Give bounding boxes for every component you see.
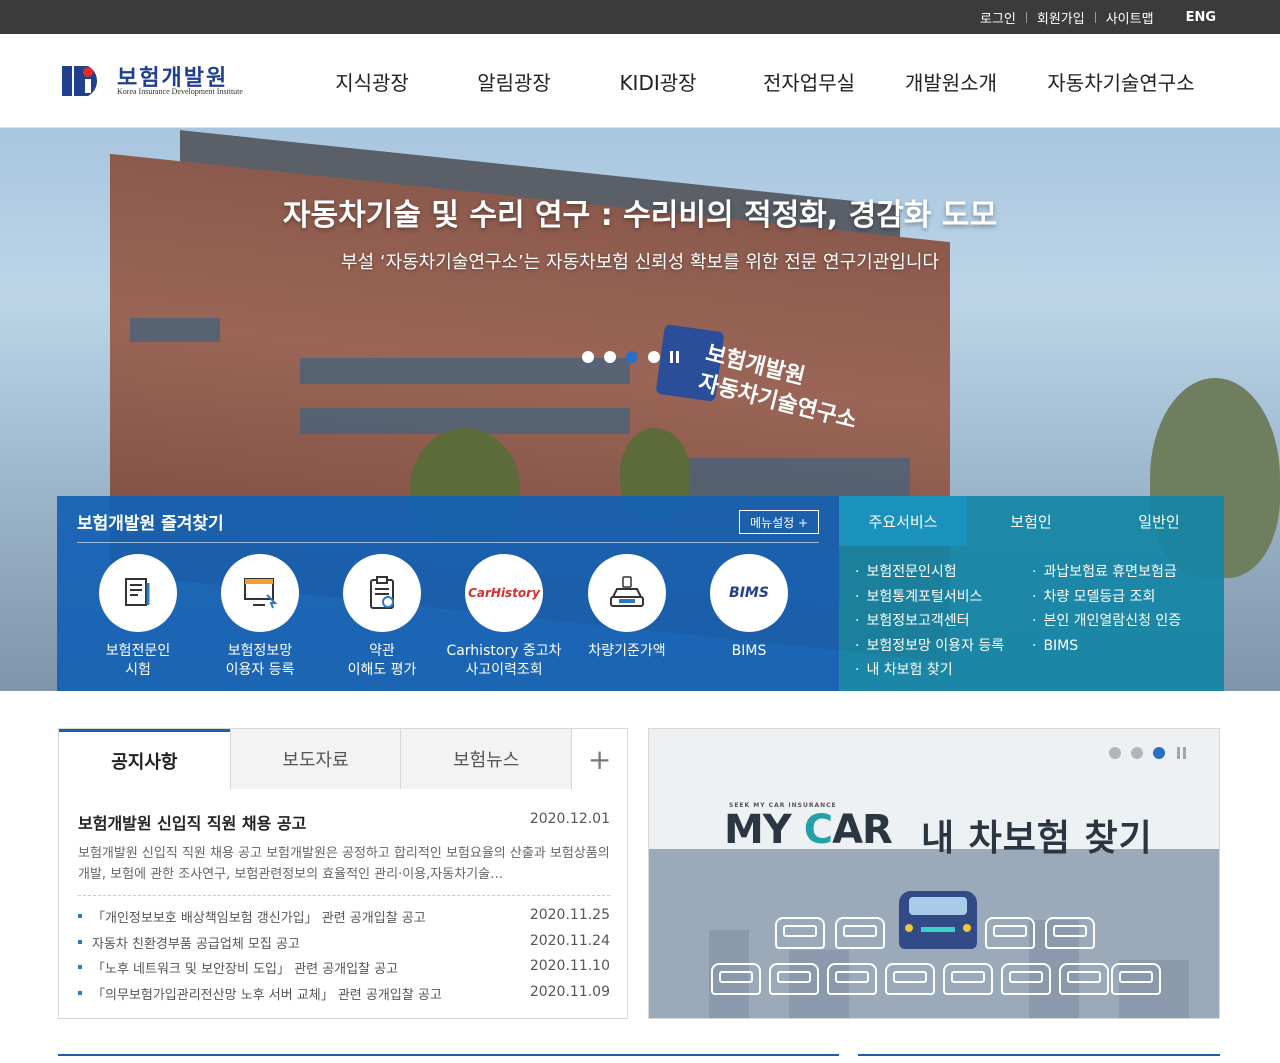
mycar-logo: MY CAR [724, 807, 893, 853]
blue-car-icon [899, 891, 977, 949]
notice-headline[interactable]: 보험개발원 신입직 직원 채용 공고 2020.12.01 [78, 810, 610, 834]
car-outline-icon [1111, 963, 1161, 995]
car-outline-icon [885, 963, 935, 995]
mycar-logo-ar: AR [832, 807, 893, 853]
section-rule [858, 1054, 1220, 1056]
car-outline-icon [1059, 963, 1109, 995]
divider [78, 895, 610, 896]
utility-links: 로그인 회원가입 사이트맵 ENG [970, 0, 1216, 34]
car-outline-icon [943, 963, 993, 995]
notice-title: 자동차 친환경부품 공급업체 모집 공고 [92, 936, 300, 952]
notice-headline-title: 보험개발원 신입직 직원 채용 공고 [78, 814, 307, 833]
notice-title: 「개인정보보호 배상책임보험 갱신가입」 관련 공개입찰 공고 [92, 911, 426, 926]
service-link[interactable]: 본인 개인열람신청 인증 [1032, 609, 1181, 634]
service-link[interactable]: 차량 모델등급 조회 [1032, 585, 1181, 610]
site-logo[interactable]: 보험개발원 Korea Insurance Development Instit… [62, 60, 262, 104]
nav-e-office[interactable]: 전자업무실 [762, 67, 856, 96]
tab-notices[interactable]: 공지사항 [59, 729, 230, 789]
building-window [300, 358, 630, 384]
more-plus-icon[interactable]: + [571, 729, 628, 789]
service-link[interactable]: BIMS [1032, 634, 1181, 659]
services-tabs: 주요서비스 보험인 일반인 [839, 496, 1224, 546]
notice-date: 2020.11.25 [529, 907, 610, 923]
slide-dot[interactable] [1131, 747, 1143, 759]
tab-insurance-news[interactable]: 보험뉴스 [400, 729, 572, 789]
service-link[interactable]: 보험전문인시험 [855, 560, 1004, 585]
tab-press[interactable]: 보도자료 [229, 729, 401, 789]
notice-title: 「노후 네트워크 및 보안장비 도입」 관련 공개입찰 공고 [92, 962, 399, 977]
login-link[interactable]: 로그인 [970, 8, 1026, 27]
utility-bar: 로그인 회원가입 사이트맵 ENG [0, 0, 1280, 34]
car-outline-icon [1045, 917, 1095, 949]
hero-subtitle: 부설 ‘자동차기술연구소’는 자동차보험 신뢰성 확보를 위한 전문 연구기관입… [341, 252, 939, 273]
logo-english: Korea Insurance Development Institute [117, 87, 243, 96]
mycar-banner[interactable]: SEEK MY CAR INSURANCE MY CAR 내 차보험 찾기 [648, 728, 1220, 1019]
slide-dot[interactable] [648, 351, 660, 363]
notice-board: 공지사항 보도자료 보험뉴스 + 보험개발원 신입직 직원 채용 공고 2020… [58, 728, 628, 1019]
tab-main-services[interactable]: 주요서비스 [839, 496, 967, 546]
slide-dot[interactable] [1109, 747, 1121, 759]
slide-dot-active[interactable] [626, 351, 638, 363]
hero-slider-controls [582, 351, 682, 363]
notice-date: 2020.11.09 [529, 983, 610, 1000]
kidi-logo-icon [62, 66, 97, 96]
tab-public[interactable]: 일반인 [1095, 496, 1223, 546]
list-item[interactable]: 「노후 네트워크 및 보안장비 도입」 관련 공개입찰 공고 2020.11.10 [78, 958, 610, 984]
pause-icon[interactable] [670, 351, 682, 363]
highlight-box [57, 496, 839, 691]
eng-link[interactable]: ENG [1164, 10, 1216, 25]
service-link[interactable]: 내 차보험 찾기 [855, 658, 1004, 683]
nav-knowledge[interactable]: 지식광장 [335, 67, 409, 96]
slide-dot[interactable] [604, 351, 616, 363]
services-list-left: 보험전문인시험 보험통계포털서비스 보험정보고객센터 보험정보망 이용자 등록 … [855, 560, 1004, 683]
sitemap-link[interactable]: 사이트맵 [1096, 8, 1164, 27]
notice-summary[interactable]: 보험개발원 신입직 직원 채용 공고 보험개발원은 공정하고 합리적인 보험요율… [78, 843, 610, 887]
car-outline-icon [985, 917, 1035, 949]
mycar-title: 내 차보험 찾기 [921, 818, 1153, 859]
list-item[interactable]: 자동차 친환경부품 공급업체 모집 공고 2020.11.24 [78, 933, 610, 959]
section-rule [58, 1054, 839, 1056]
car-outline-icon [775, 917, 825, 949]
mycar-logo-c: C [803, 807, 833, 853]
services-panel: 주요서비스 보험인 일반인 보험전문인시험 보험통계포털서비스 보험정보고객센터… [839, 496, 1224, 691]
notice-title: 「의무보험가입관리전산망 노후 서버 교체」 관련 공개입찰 공고 [92, 987, 442, 1003]
service-link[interactable]: 과납보험료 휴면보험금 [1032, 560, 1181, 585]
hero-title: 자동차기술 및 수리 연구 : 수리비의 적정화, 경감화 도모 [282, 198, 998, 233]
notice-list: 「개인정보보호 배상책임보험 갱신가입」 관련 공개입찰 공고 2020.11.2… [78, 907, 610, 1009]
slide-dot-active[interactable] [1153, 747, 1165, 759]
car-outline-icon [835, 917, 885, 949]
list-item[interactable]: 「개인정보보호 배상책임보험 갱신가입」 관련 공개입찰 공고 2020.11.2… [78, 907, 610, 933]
service-link[interactable]: 보험정보망 이용자 등록 [855, 634, 1004, 659]
service-link[interactable]: 보험정보고객센터 [855, 609, 1004, 634]
mycar-logo-my: MY [724, 807, 804, 853]
notice-date: 2020.11.10 [529, 958, 610, 974]
banner-slider-controls [1099, 747, 1189, 759]
list-item[interactable]: 「의무보험가입관리전산망 노후 서버 교체」 관련 공개입찰 공고 2020.11… [78, 984, 610, 1010]
nav-about[interactable]: 개발원소개 [904, 67, 998, 96]
services-list-right: 과납보험료 휴면보험금 차량 모델등급 조회 본인 개인열람신청 인증 BIMS [1032, 560, 1181, 658]
notice-headline-date: 2020.12.01 [529, 811, 610, 827]
header: 보험개발원 Korea Insurance Development Instit… [0, 34, 1280, 128]
car-outline-icon [827, 963, 877, 995]
car-outline-icon [711, 963, 761, 995]
service-link[interactable]: 보험통계포털서비스 [855, 585, 1004, 610]
nav-notice[interactable]: 알림광장 [477, 67, 551, 96]
pause-icon[interactable] [1177, 747, 1189, 759]
car-outline-icon [1001, 963, 1051, 995]
car-outline-icon [769, 963, 819, 995]
nav-auto-research[interactable]: 자동차기술연구소 [1046, 67, 1196, 96]
join-link[interactable]: 회원가입 [1027, 8, 1095, 27]
tab-insurers[interactable]: 보험인 [967, 496, 1095, 546]
notice-date: 2020.11.24 [529, 932, 610, 949]
notice-tabs: 공지사항 보도자료 보험뉴스 + [59, 729, 628, 789]
building-window [680, 458, 910, 498]
building-window [130, 318, 220, 342]
nav-kidi-plaza[interactable]: KIDI광장 [618, 67, 698, 96]
slide-dot[interactable] [582, 351, 594, 363]
